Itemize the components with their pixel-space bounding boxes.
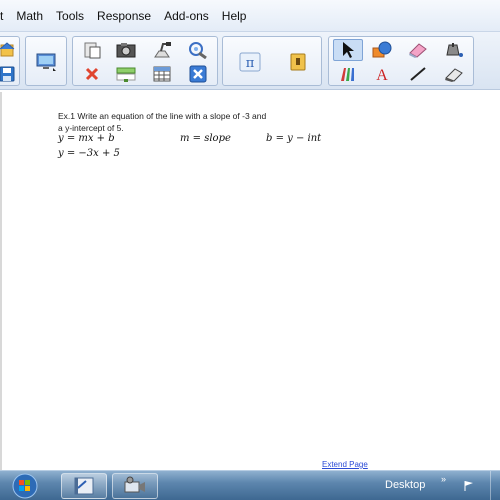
page-left-edge [0, 92, 2, 470]
equation-m-definition: m = slope [180, 133, 231, 144]
magic-pen-icon [189, 42, 207, 59]
paste-button[interactable] [77, 39, 107, 61]
paste-icon [84, 42, 101, 59]
taskbar-notebook-app[interactable] [61, 473, 107, 499]
shapes-tool-button[interactable] [367, 39, 397, 61]
menu-help[interactable]: Help [222, 0, 247, 32]
taskbar-recorder-app[interactable] [112, 473, 158, 499]
toolbar-group-file [0, 36, 20, 86]
line-icon [410, 67, 426, 81]
menu-tools[interactable]: Tools [56, 0, 84, 32]
document-camera-button[interactable] [147, 39, 177, 61]
screen-shade-icon [116, 67, 136, 82]
menu-response[interactable]: Response [97, 0, 151, 32]
display-button[interactable] [31, 51, 61, 73]
pens-tool-button[interactable] [333, 63, 363, 85]
eraser-tool-icon [445, 68, 463, 82]
menu-edit[interactable]: t [0, 0, 3, 32]
menu-bar: t Math Tools Response Add-ons Help [0, 0, 500, 32]
select-arrow-icon [343, 42, 354, 58]
menu-math[interactable]: Math [16, 0, 43, 32]
text-tool-button[interactable]: A [367, 63, 397, 85]
svg-text:A: A [376, 67, 388, 83]
show-desktop-button[interactable] [490, 471, 500, 500]
action-center-flag-icon[interactable] [463, 479, 475, 497]
screen-capture-button[interactable] [111, 39, 141, 61]
equation-answer: y = −3x + 5 [58, 148, 120, 159]
delete-button[interactable] [77, 63, 107, 85]
toolbar-overflow-chevron[interactable]: » [441, 474, 446, 484]
save-button[interactable] [0, 63, 17, 85]
desktop-toolbar-label[interactable]: Desktop [385, 479, 425, 491]
document-camera-icon [154, 42, 171, 58]
text-icon: A [376, 67, 388, 83]
windows-start-icon [12, 473, 38, 499]
eraser-icon [409, 43, 427, 58]
close-box-icon [189, 65, 207, 83]
question-text: Ex.1 Write an equation of the line with … [58, 110, 348, 134]
camera-icon [116, 43, 136, 58]
menu-add-ons[interactable]: Add-ons [164, 0, 209, 32]
start-button[interactable] [0, 473, 50, 499]
home-button[interactable] [0, 39, 17, 61]
save-icon [0, 66, 15, 82]
fill-icon [446, 43, 463, 57]
video-camera-icon [124, 476, 145, 493]
home-icon [0, 42, 15, 57]
magic-pen-button[interactable] [183, 39, 213, 61]
close-window-button[interactable] [183, 63, 213, 85]
line-tool-button[interactable] [403, 63, 433, 85]
gallery-button[interactable] [283, 51, 313, 73]
extend-page-link[interactable]: Extend Page [322, 460, 368, 469]
pi-button[interactable]: π [235, 51, 265, 73]
fill-button[interactable] [439, 39, 469, 61]
pens-icon [341, 68, 354, 81]
eraser-tool-button[interactable] [439, 63, 469, 85]
gallery-icon [290, 53, 306, 71]
taskbar: Desktop » [0, 470, 500, 500]
eraser-button[interactable] [403, 39, 433, 61]
table-button[interactable] [147, 63, 177, 85]
shapes-icon [372, 41, 392, 58]
equation-b-definition: b = y − int [266, 133, 322, 144]
toolbar-group-edit [72, 36, 218, 86]
svg-text:π: π [246, 56, 255, 71]
display-icon [36, 53, 56, 71]
equation-slope-intercept: y = mx + b [58, 133, 115, 144]
delete-icon [85, 67, 99, 81]
toolbar-group-tools: A [328, 36, 474, 86]
table-icon [153, 66, 171, 82]
toolbar-group-display [25, 36, 67, 86]
toolbar-group-math: π [222, 36, 322, 86]
screen-shade-button[interactable] [111, 63, 141, 85]
select-tool-button[interactable] [333, 39, 363, 61]
toolbar: π A [0, 32, 500, 90]
pi-icon: π [239, 52, 261, 72]
question-line-1: Ex.1 Write an equation of the line with … [58, 111, 267, 121]
notebook-app-icon [74, 477, 94, 495]
